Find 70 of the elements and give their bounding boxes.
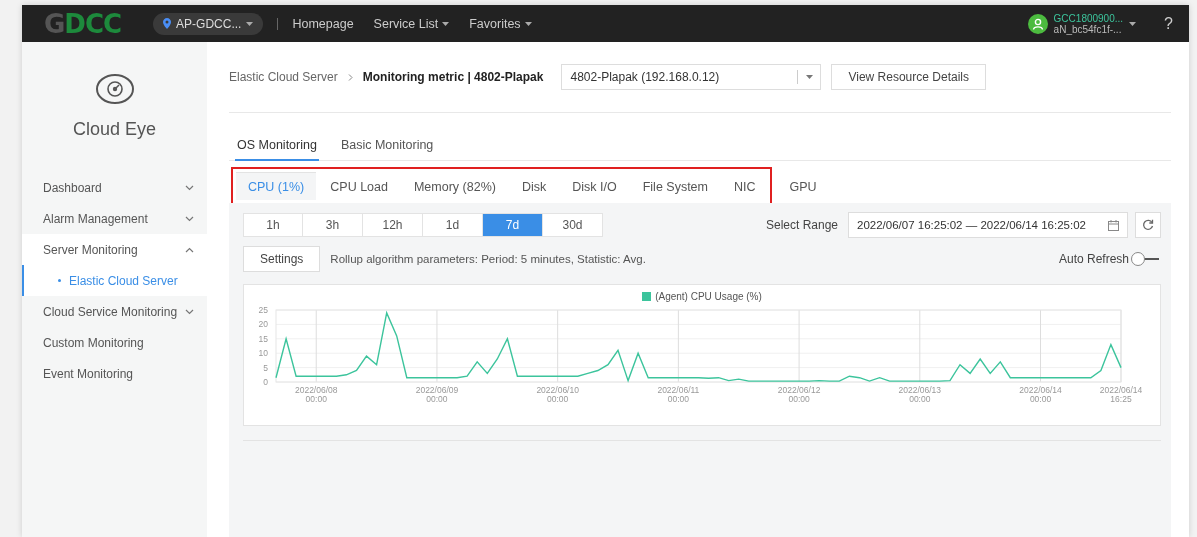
metric-tab[interactable]: Memory (82%)	[401, 172, 508, 200]
sidebar-item[interactable]: Server Monitoring	[22, 234, 207, 265]
y-axis-label: 25	[258, 305, 268, 315]
metric-tab[interactable]: File System	[630, 172, 720, 200]
period-button[interactable]: 1h	[243, 213, 303, 237]
monitoring-tab[interactable]: Basic Monitoring	[338, 138, 436, 161]
bullet-icon	[58, 279, 61, 282]
auto-refresh-toggle[interactable]	[1131, 252, 1161, 266]
sidebar-item[interactable]: Dashboard	[22, 172, 207, 203]
metric-tab[interactable]: CPU Load	[318, 172, 400, 200]
x-axis-label: 2022/06/09 00:00	[415, 385, 459, 404]
period-button[interactable]: 1d	[423, 213, 483, 237]
caret-icon	[1129, 21, 1137, 26]
chevron-up-icon	[185, 246, 194, 253]
eye-icon	[94, 73, 135, 105]
x-axis-label: 2022/06/13 00:00	[898, 385, 942, 404]
breadcrumb-current: Monitoring metric | 4802-Plapak	[362, 70, 544, 84]
range-label: Select Range	[765, 218, 838, 232]
caret-icon	[805, 75, 813, 79]
breadcrumb-link[interactable]: Elastic Cloud Server	[229, 70, 338, 84]
sidebar-subitem[interactable]: Elastic Cloud Server	[22, 265, 207, 296]
view-details-button[interactable]: View Resource Details	[831, 64, 986, 90]
location-pin-icon	[163, 18, 172, 29]
settings-button[interactable]: Settings	[243, 246, 321, 272]
period-button[interactable]: 30d	[543, 213, 603, 237]
rollup-text: Rollup algorithm parameters: Period: 5 minutes, Statistic: Avg.	[330, 253, 646, 265]
chevron-down-icon	[185, 184, 194, 191]
x-axis-label: 2022/06/12 00:00	[777, 385, 821, 404]
period-button[interactable]: 3h	[303, 213, 363, 237]
y-axis-label: 0	[263, 377, 268, 387]
x-axis-label: 2022/06/11 00:00	[657, 385, 700, 404]
caret-icon	[524, 21, 532, 26]
metric-tab[interactable]: NIC	[722, 172, 768, 200]
period-button[interactable]: 12h	[363, 213, 423, 237]
y-axis-label: 10	[258, 348, 268, 359]
y-axis-label: 5	[263, 362, 268, 373]
instance-select[interactable]: 4802-Plapak (192.168.0.12)	[561, 64, 822, 90]
monitoring-tab[interactable]: OS Monitoring	[235, 138, 319, 161]
sidebar-title: Cloud Eye	[72, 119, 157, 140]
region-selector[interactable]: AP-GDCC...	[153, 12, 264, 35]
metric-tab[interactable]: Disk I/O	[560, 172, 629, 200]
auto-refresh-label: Auto Refresh	[1058, 252, 1129, 266]
x-axis-label: 2022/06/14 16:25	[1099, 385, 1143, 404]
sidebar-item[interactable]: Event Monitoring	[22, 358, 207, 389]
user-avatar-icon	[1027, 13, 1048, 34]
nav-link[interactable]: Homepage	[292, 16, 354, 31]
caret-icon	[246, 21, 254, 26]
sidebar-item[interactable]: Custom Monitoring	[22, 327, 207, 358]
caret-icon	[442, 21, 450, 26]
metric-tab[interactable]: GPU	[777, 172, 829, 200]
y-axis-label: 15	[258, 333, 268, 344]
chevron-down-icon	[185, 308, 194, 315]
metric-tab[interactable]: Disk	[509, 172, 559, 200]
refresh-button[interactable]	[1135, 212, 1161, 238]
x-axis-label: 2022/06/08 00:00	[294, 385, 338, 404]
nav-link[interactable]: Service List	[373, 16, 450, 31]
nav-link[interactable]: Favorites	[469, 16, 532, 31]
legend-label: (Agent) CPU Usage (%)	[655, 291, 762, 302]
y-axis-label: 20	[258, 319, 268, 330]
x-axis-label: 2022/06/10 00:00	[536, 385, 579, 404]
chevron-right-icon	[347, 73, 353, 81]
x-axis-label: 2022/06/14 00:00	[1019, 385, 1062, 404]
user-menu[interactable]: GCC1800900... aN_bc54fc1f-...	[1027, 12, 1137, 35]
sidebar-item[interactable]: Alarm Management	[22, 203, 207, 234]
date-range-field[interactable]: 2022/06/07 16:25:02 — 2022/06/14 16:25:02	[848, 212, 1128, 238]
sidebar-item[interactable]: Cloud Service Monitoring	[22, 296, 207, 327]
chevron-down-icon	[185, 215, 194, 222]
help-button[interactable]: ?	[1164, 14, 1173, 33]
calendar-icon	[1108, 219, 1119, 231]
refresh-icon	[1142, 219, 1154, 231]
